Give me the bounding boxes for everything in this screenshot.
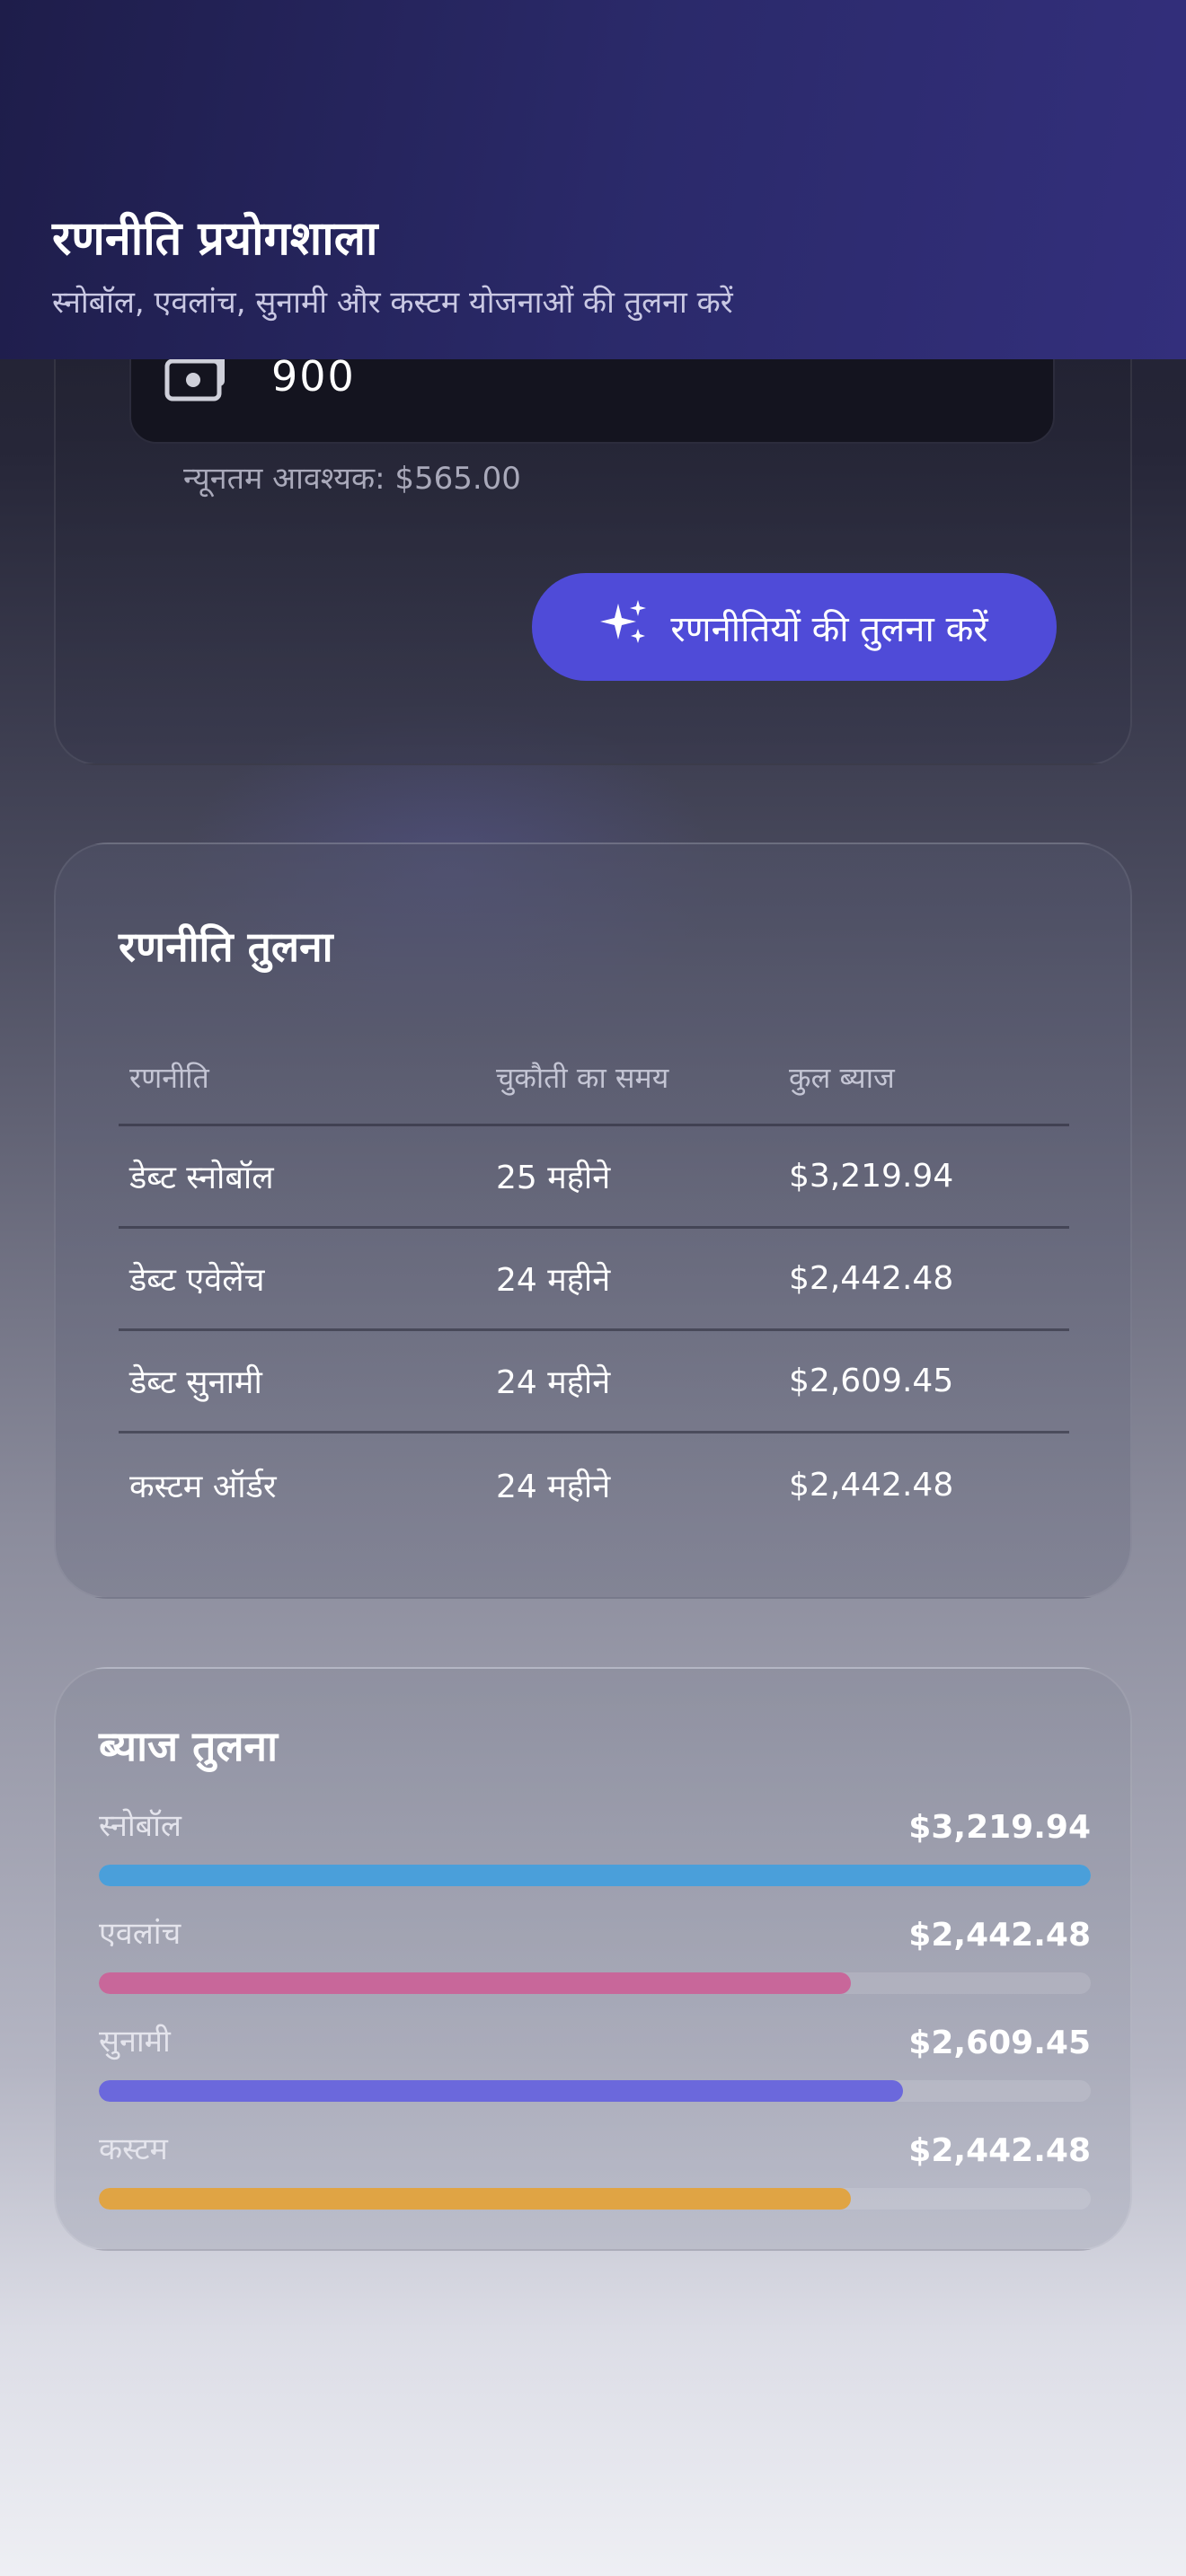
app-header: रणनीति प्रयोगशाला स्नोबॉल, एवलांच, सुनाम… bbox=[0, 0, 1186, 359]
table-row: डेब्ट एवेलेंच 24 महीने $2,442.48 bbox=[119, 1229, 1069, 1331]
table-header-row: रणनीति चुकौती का समय कुल ब्याज bbox=[119, 1042, 1069, 1126]
interest-comparison-title: ब्याज तुलना bbox=[99, 1722, 279, 1770]
interest-bar-value: $2,442.48 bbox=[908, 2132, 1091, 2169]
page-subtitle: स्नोबॉल, एवलांच, सुनामी और कस्टम योजनाओं… bbox=[52, 285, 733, 321]
column-header-total-interest: कुल ब्याज bbox=[789, 1061, 895, 1095]
interest-bar-fill-snowball bbox=[99, 1865, 1091, 1886]
strategy-cell: डेब्ट स्नोबॉल bbox=[129, 1160, 274, 1196]
sparkles-icon bbox=[600, 598, 649, 656]
interest-bar-label: एवलांच bbox=[99, 1916, 181, 1952]
total-interest-cell: $2,442.48 bbox=[789, 1260, 954, 1297]
comparison-table-title: रणनीति तुलना bbox=[119, 922, 333, 971]
interest-bar-track bbox=[99, 1865, 1091, 1886]
interest-bar-fill-custom bbox=[99, 2188, 852, 2210]
interest-bar-item: एवलांच $2,442.48 bbox=[99, 1911, 1091, 2001]
interest-comparison-card: ब्याज तुलना स्नोबॉल $3,219.94 एवलांच $2,… bbox=[54, 1667, 1132, 2251]
total-interest-cell: $3,219.94 bbox=[789, 1158, 954, 1195]
compare-button-label: रणनीतियों की तुलना करें bbox=[670, 608, 988, 650]
interest-bar-label: स्नोबॉल bbox=[99, 1808, 181, 1844]
min-required-text: न्यूनतम आवश्यक: $565.00 bbox=[183, 461, 521, 497]
strategy-cell: डेब्ट एवेलेंच bbox=[129, 1262, 265, 1299]
table-row: कस्टम ऑर्डर 24 महीने $2,442.48 bbox=[119, 1434, 1069, 1536]
interest-bar-value: $3,219.94 bbox=[908, 1809, 1091, 1846]
payoff-time-cell: 24 महीने bbox=[496, 1262, 611, 1299]
strategy-cell: कस्टम ऑर्डर bbox=[129, 1468, 277, 1505]
total-interest-cell: $2,609.45 bbox=[789, 1363, 954, 1399]
page-title: रणनीति प्रयोगशाला bbox=[52, 212, 378, 266]
interest-bar-label: कस्टम bbox=[99, 2131, 168, 2167]
interest-bar-fill-avalanche bbox=[99, 1972, 852, 1994]
interest-bar-item: सुनामी $2,609.45 bbox=[99, 2019, 1091, 2109]
table-row: डेब्ट स्नोबॉल 25 महीने $3,219.94 bbox=[119, 1126, 1069, 1229]
interest-bar-fill-tsunami bbox=[99, 2080, 903, 2102]
interest-bar-label: सुनामी bbox=[99, 2024, 171, 2060]
column-header-payoff-time: चुकौती का समय bbox=[496, 1061, 669, 1095]
strategy-comparison-card: रणनीति तुलना रणनीति चुकौती का समय कुल ब्… bbox=[54, 842, 1132, 1599]
comparison-table: रणनीति चुकौती का समय कुल ब्याज डेब्ट स्न… bbox=[119, 1042, 1069, 1536]
strategy-cell: डेब्ट सुनामी bbox=[129, 1364, 262, 1401]
payoff-time-cell: 24 महीने bbox=[496, 1468, 611, 1505]
interest-bar-track bbox=[99, 2080, 1091, 2102]
interest-bar-track bbox=[99, 2188, 1091, 2210]
interest-bar-item: स्नोबॉल $3,219.94 bbox=[99, 1804, 1091, 1893]
interest-bar-item: कस्टम $2,442.48 bbox=[99, 2127, 1091, 2217]
interest-bar-value: $2,609.45 bbox=[908, 2025, 1091, 2061]
table-row: डेब्ट सुनामी 24 महीने $2,609.45 bbox=[119, 1331, 1069, 1434]
payoff-time-cell: 25 महीने bbox=[496, 1160, 611, 1196]
compare-strategies-button[interactable]: रणनीतियों की तुलना करें bbox=[532, 573, 1057, 681]
payoff-time-cell: 24 महीने bbox=[496, 1364, 611, 1401]
interest-bar-value: $2,442.48 bbox=[908, 1917, 1091, 1954]
column-header-strategy: रणनीति bbox=[129, 1061, 209, 1095]
interest-bar-track bbox=[99, 1972, 1091, 1994]
total-interest-cell: $2,442.48 bbox=[789, 1466, 954, 1504]
amount-value: 900 bbox=[271, 352, 356, 401]
